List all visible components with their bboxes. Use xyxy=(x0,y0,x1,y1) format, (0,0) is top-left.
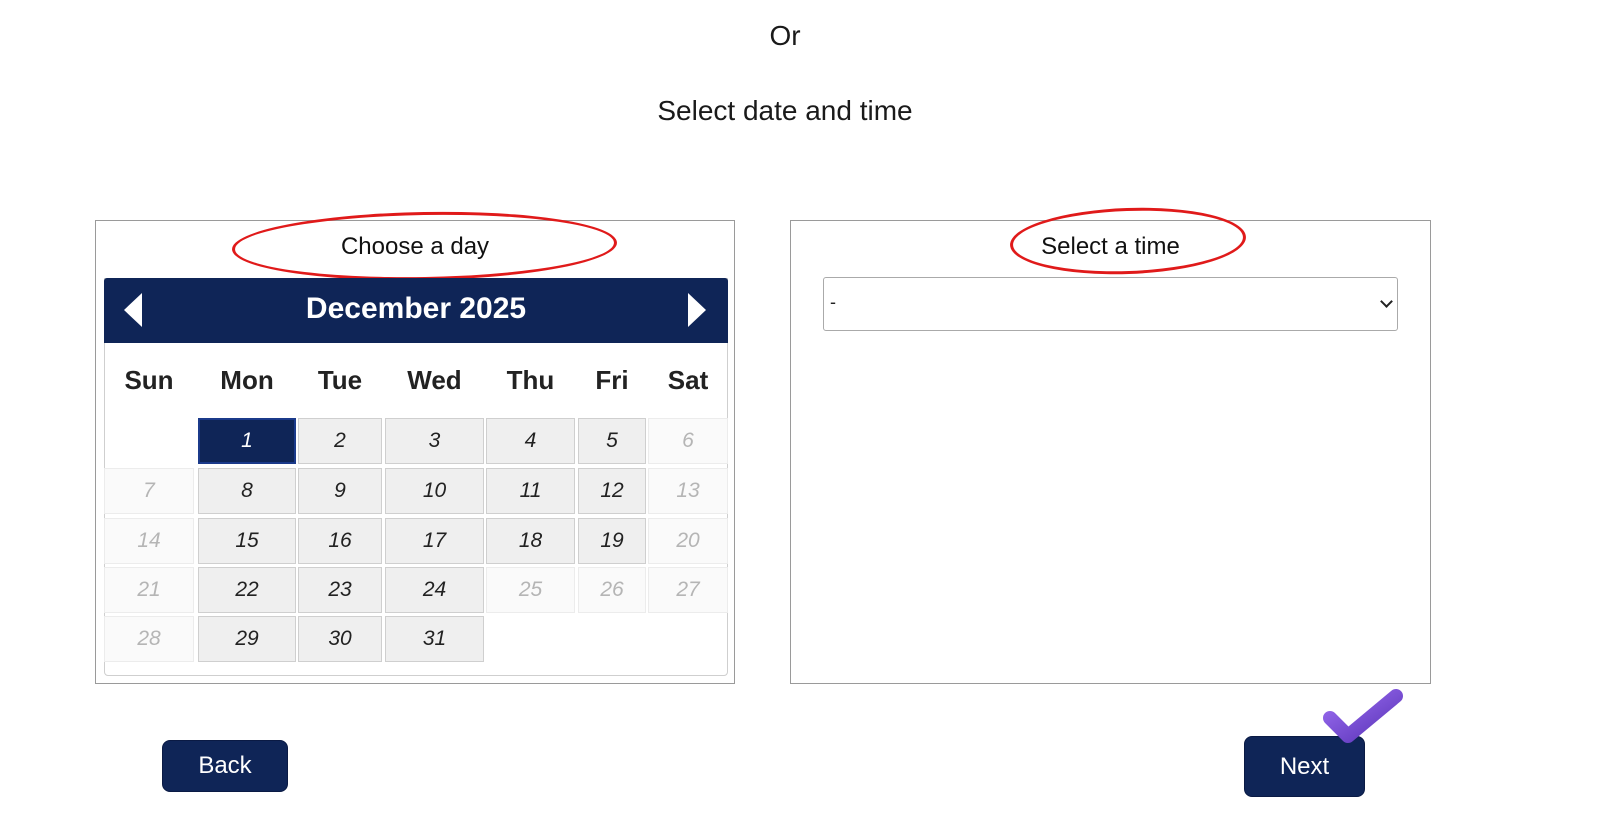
calendar-day-2[interactable]: 2 xyxy=(298,418,382,464)
calendar-day-1[interactable]: 1 xyxy=(198,418,296,464)
chevron-down-icon xyxy=(1380,295,1393,308)
weekday-header-thu: Thu xyxy=(506,365,555,395)
calendar-day-18[interactable]: 18 xyxy=(486,518,575,564)
calendar-day-22[interactable]: 22 xyxy=(198,567,296,613)
calendar-month-title: December 2025 xyxy=(305,292,527,325)
calendar-day-27: 27 xyxy=(648,567,728,613)
calendar-day-9[interactable]: 9 xyxy=(298,468,382,514)
calendar-day-13: 13 xyxy=(648,468,728,514)
calendar-day-26: 26 xyxy=(578,567,646,613)
calendar-day-14: 14 xyxy=(104,518,194,564)
calendar-day-4[interactable]: 4 xyxy=(486,418,575,464)
calendar-day-24[interactable]: 24 xyxy=(385,567,484,613)
weekday-header-sat: Sat xyxy=(667,365,709,395)
calendar-day-20: 20 xyxy=(648,518,728,564)
calendar-day-30[interactable]: 30 xyxy=(298,616,382,662)
calendar-day-29[interactable]: 29 xyxy=(198,616,296,662)
calendar-day-10[interactable]: 10 xyxy=(385,468,484,514)
select-date-time-heading: Select date and time xyxy=(657,95,913,126)
calendar-day-8[interactable]: 8 xyxy=(198,468,296,514)
calendar-day-25: 25 xyxy=(486,567,575,613)
time-select-dropdown[interactable]: - xyxy=(823,277,1398,331)
chevron-right-icon xyxy=(688,293,706,327)
calendar-day-19[interactable]: 19 xyxy=(578,518,646,564)
calendar-day-6: 6 xyxy=(648,418,728,464)
calendar-day-23[interactable]: 23 xyxy=(298,567,382,613)
calendar-header: December 2025 xyxy=(104,278,728,343)
calendar-day-3[interactable]: 3 xyxy=(385,418,484,464)
weekday-header-wed: Wed xyxy=(407,365,462,395)
calendar-day-16[interactable]: 16 xyxy=(298,518,382,564)
weekday-header-tue: Tue xyxy=(317,365,363,395)
calendar-day-15[interactable]: 15 xyxy=(198,518,296,564)
weekday-header-fri: Fri xyxy=(595,365,629,395)
calendar-day-11[interactable]: 11 xyxy=(486,468,575,514)
weekday-header-mon: Mon xyxy=(220,365,274,395)
choose-day-label: Choose a day xyxy=(340,233,490,260)
calendar-day-31[interactable]: 31 xyxy=(385,616,484,662)
calendar-day-12[interactable]: 12 xyxy=(578,468,646,514)
calendar-day-5[interactable]: 5 xyxy=(578,418,646,464)
time-select-value: - xyxy=(830,292,836,312)
calendar-day-7: 7 xyxy=(104,468,194,514)
select-time-label: Select a time xyxy=(1041,233,1180,260)
back-button[interactable]: Back xyxy=(162,740,288,792)
or-heading: Or xyxy=(769,20,801,51)
next-month-button[interactable] xyxy=(682,292,712,328)
calendar-day-21: 21 xyxy=(104,567,194,613)
calendar-day-28: 28 xyxy=(104,616,194,662)
calendar-day-17[interactable]: 17 xyxy=(385,518,484,564)
weekday-header-sun: Sun xyxy=(124,365,174,395)
checkmark-icon xyxy=(1323,689,1403,743)
